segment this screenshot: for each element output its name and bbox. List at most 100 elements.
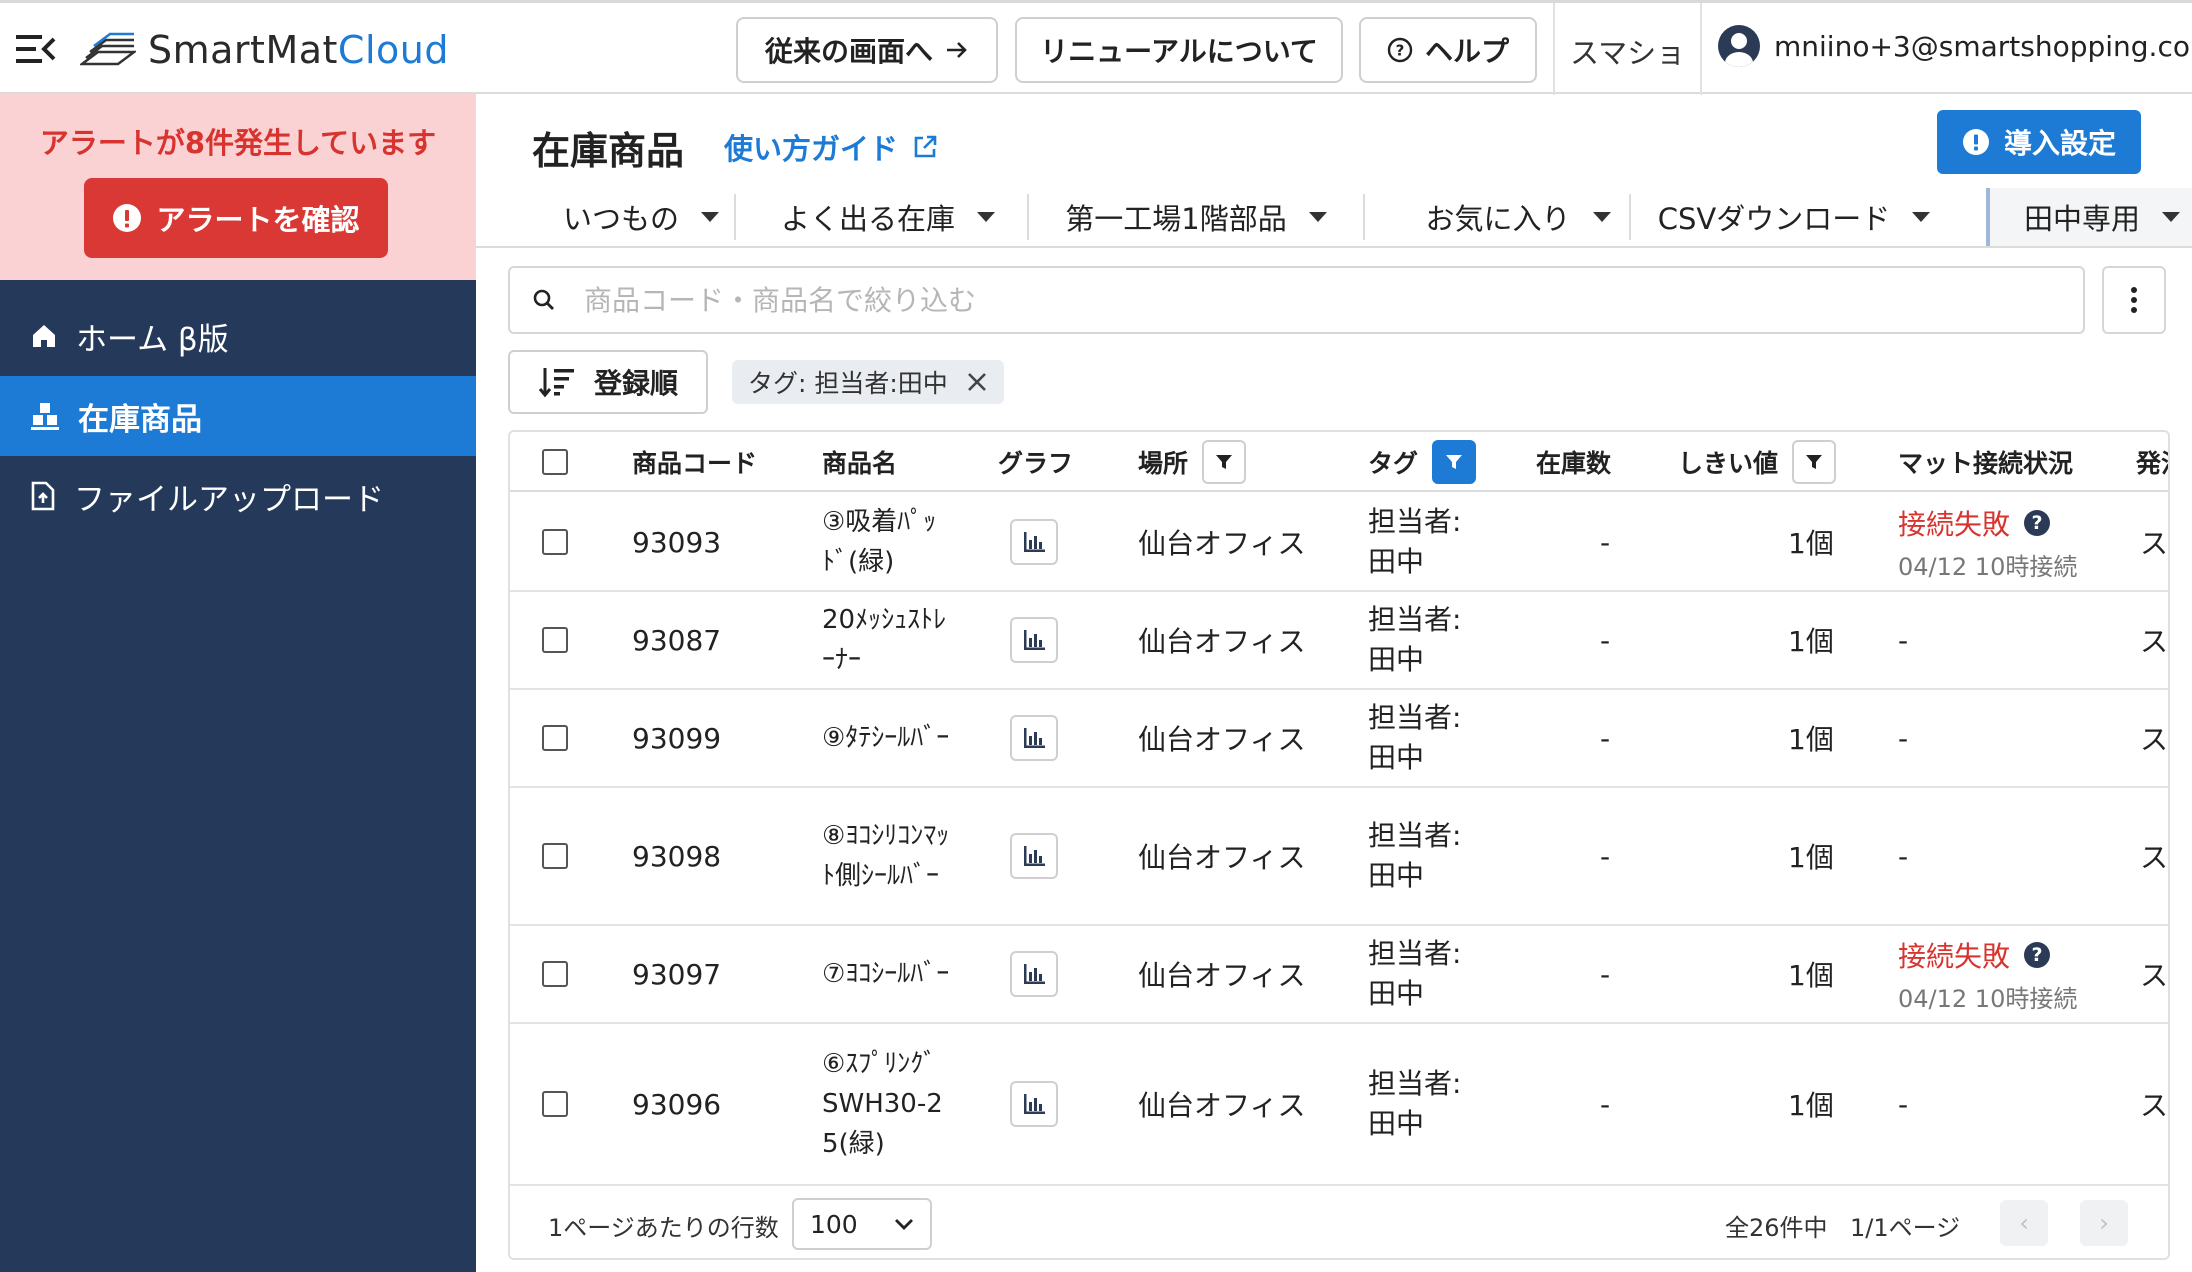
help-icon[interactable]: ? xyxy=(2024,509,2051,536)
tab-frequent-stock[interactable]: よく出る在庫 xyxy=(758,188,1018,246)
page-title: 在庫商品 xyxy=(532,129,685,173)
help-icon[interactable]: ? xyxy=(2024,941,2051,968)
tab-divider xyxy=(1027,194,1029,240)
close-icon[interactable] xyxy=(966,371,988,393)
table-row[interactable]: 93098 ⑧ﾖｺｼﾘｺﾝﾏｯﾄ側ｼｰﾙﾊﾞｰ 仙台オフィス 担当者:田中 - 1個 - ス xyxy=(510,788,2169,926)
product-code: 93098 xyxy=(632,839,722,873)
product-code: 93093 xyxy=(632,525,722,559)
menu-collapse-icon[interactable] xyxy=(16,31,56,67)
tab-factory-parts[interactable]: 第一工場1階部品 xyxy=(1054,188,1338,246)
graph-button[interactable] xyxy=(1010,715,1058,761)
graph-button[interactable] xyxy=(1010,617,1058,663)
tab-favorites[interactable]: お気に入り xyxy=(1388,188,1648,246)
location-filter-button[interactable] xyxy=(1202,440,1247,484)
threshold-cell: 1個 xyxy=(1788,527,1834,560)
table-row[interactable]: 93097 ⑦ﾖｺｼｰﾙﾊﾞｰ 仙台オフィス 担当者:田中 - 1個 接続失敗? 04/12 … xyxy=(510,926,2168,1024)
caret-down-icon xyxy=(1592,212,1611,222)
row-checkbox[interactable] xyxy=(542,1091,568,1117)
tag-filter-button[interactable] xyxy=(1432,440,1477,484)
table-row[interactable]: 93093 ③吸着ﾊﾟｯﾄﾞ(緑) 仙台オフィス 担当者:田中 - 1個 接続失敗? 04/1… xyxy=(510,494,2168,592)
pagination-bar: 1ページあたりの行数 100 全26件中 1/1ページ ‹ › xyxy=(510,1184,2168,1258)
row-checkbox[interactable] xyxy=(542,961,568,987)
top-bar: SmartMatCloud 従来の画面へ リニューアルについて ? ヘルプ スマ… xyxy=(0,0,2192,95)
select-all-checkbox[interactable] xyxy=(542,449,568,475)
alert-message: アラートが8件発生しています xyxy=(39,126,437,160)
sidebar-item-inventory[interactable]: 在庫商品 xyxy=(0,376,476,456)
row-checkbox[interactable] xyxy=(542,627,568,653)
status-badge: 接続失敗? xyxy=(1898,503,2051,543)
row-checkbox[interactable] xyxy=(542,725,568,751)
product-name: ⑧ﾖｺｼﾘｺﾝﾏｯﾄ側ｼｰﾙﾊﾞｰ xyxy=(822,821,950,891)
location-cell: 仙台オフィス xyxy=(1138,959,1306,992)
table-row[interactable]: 93096 ⑥ｽﾌﾟﾘﾝｸﾞSWH30-25(緑) 仙台オフィス 担当者:田中 - 1個 -… xyxy=(510,1024,2169,1186)
column-name[interactable]: 商品名 xyxy=(822,432,897,492)
column-graph: グラフ xyxy=(998,449,1074,478)
sort-order-button[interactable]: 登録順 xyxy=(508,350,708,414)
stock-cell: - xyxy=(1600,721,1611,755)
select-all-checkbox-cell xyxy=(542,432,568,492)
bar-chart-icon xyxy=(1024,630,1045,650)
table-header: 商品コード 商品名 グラフ 場所 タグ 在庫数 しきい値 マット接続状況 発注 xyxy=(510,432,2168,492)
product-name: ⑦ﾖｺｼｰﾙﾊﾞｰ xyxy=(822,959,950,989)
header-divider xyxy=(1700,3,1702,95)
help-button[interactable]: ? ヘルプ xyxy=(1359,17,1537,83)
avatar-icon xyxy=(1718,25,1760,67)
previous-page-button[interactable]: ‹ xyxy=(2000,1200,2048,1246)
tab-divider xyxy=(734,194,736,240)
mat-status-cell: 接続失敗? 04/12 10時接続 xyxy=(1898,494,2077,590)
legacy-screen-button[interactable]: 従来の画面へ xyxy=(736,17,998,83)
column-code[interactable]: 商品コード xyxy=(632,432,757,492)
sidebar-item-file-upload[interactable]: ファイルアップロード xyxy=(0,456,476,536)
threshold-cell: 1個 xyxy=(1788,841,1834,874)
product-name: 20ﾒｯｼｭｽﾄﾚｰﾅｰ xyxy=(822,605,947,675)
order-cell: ス xyxy=(2140,841,2169,874)
graph-button[interactable] xyxy=(1010,833,1058,879)
graph-button[interactable] xyxy=(1010,951,1058,997)
tab-itsumono[interactable]: いつもの xyxy=(524,188,758,246)
user-menu[interactable]: mniino+3@smartshopping.co.jp xyxy=(1718,25,2192,67)
caret-down-icon xyxy=(1308,212,1327,222)
alert-exclamation-icon xyxy=(113,204,142,232)
rows-per-page-select[interactable]: 100 xyxy=(792,1198,932,1250)
tag-filter-chip: タグ: 担当者:田中 xyxy=(732,360,1004,404)
row-checkbox[interactable] xyxy=(542,529,568,555)
chevron-down-icon xyxy=(895,1219,913,1230)
more-options-button[interactable] xyxy=(2102,266,2166,334)
tab-tanaka[interactable]: 田中専用 xyxy=(1986,188,2192,246)
graph-button[interactable] xyxy=(1010,519,1058,565)
column-tag: タグ xyxy=(1368,432,1477,492)
help-circle-icon: ? xyxy=(1387,37,1413,63)
setup-button[interactable]: 導入設定 xyxy=(1937,110,2141,174)
order-cell: ス xyxy=(2140,1089,2169,1122)
sidebar-item-home[interactable]: ホーム β版 xyxy=(0,296,476,376)
location-cell: 仙台オフィス xyxy=(1138,1089,1306,1122)
row-checkbox-cell xyxy=(542,926,568,1022)
renewal-info-button[interactable]: リニューアルについて xyxy=(1015,17,1343,83)
graph-button[interactable] xyxy=(1010,1081,1058,1127)
row-checkbox-cell xyxy=(542,788,568,924)
tag-cell: 担当者:田中 xyxy=(1368,505,1462,578)
row-checkbox-cell xyxy=(542,1024,568,1184)
table-row[interactable]: 93087 20ﾒｯｼｭｽﾄﾚｰﾅｰ 仙台オフィス 担当者:田中 - 1個 - ス xyxy=(510,592,2169,690)
column-stock[interactable]: 在庫数 xyxy=(1536,432,1611,492)
threshold-filter-button[interactable] xyxy=(1792,440,1837,484)
order-cell: ス xyxy=(2140,625,2169,658)
product-name: ③吸着ﾊﾟｯﾄﾞ(緑) xyxy=(822,507,937,577)
bar-chart-icon xyxy=(1024,964,1045,984)
company-name[interactable]: スマショ xyxy=(1570,30,1685,72)
sidebar-item-label: 在庫商品 xyxy=(78,401,202,438)
check-alerts-button[interactable]: アラートを確認 xyxy=(84,178,388,258)
table-row[interactable]: 93099 ⑨ﾀﾃｼｰﾙﾊﾞｰ 仙台オフィス 担当者:田中 - 1個 - ス xyxy=(510,690,2168,788)
usage-guide-link[interactable]: 使い方ガイド xyxy=(724,126,938,168)
logo[interactable]: SmartMatCloud xyxy=(80,25,449,75)
tab-csv-download[interactable]: CSVダウンロード xyxy=(1654,188,1934,246)
next-page-button[interactable]: › xyxy=(2080,1200,2128,1246)
search-input[interactable] xyxy=(584,283,1984,317)
info-exclamation-icon xyxy=(1962,129,1989,155)
sidebar-item-label: ホーム β版 xyxy=(76,321,229,358)
row-checkbox[interactable] xyxy=(542,843,568,869)
status-badge: 接続失敗? xyxy=(1898,935,2051,975)
sidebar: アラートが8件発生しています アラートを確認 ホーム β版 在庫商品 ファイルア… xyxy=(0,94,476,1272)
logo-text: SmartMatCloud xyxy=(148,28,449,72)
stock-cell: - xyxy=(1600,839,1611,873)
